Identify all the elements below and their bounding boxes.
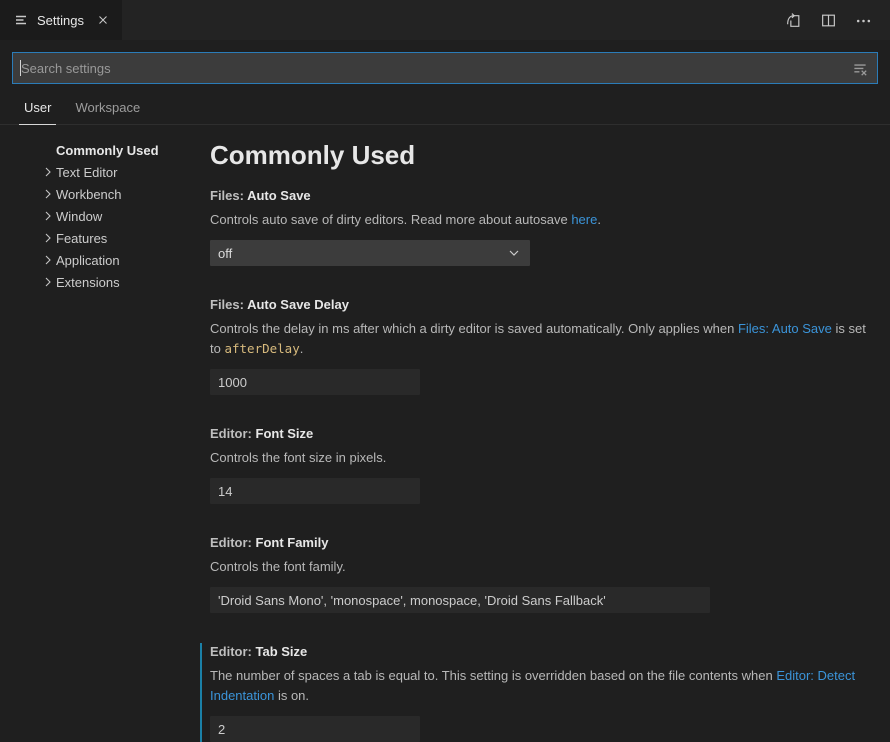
description-text: is on. (274, 688, 310, 703)
setting-row-files-auto-save: Files: Auto Save Controls auto save of di… (200, 187, 878, 266)
tab-title: Settings (37, 12, 84, 28)
toc-item-text-editor[interactable]: Text Editor (40, 161, 200, 183)
page-title: Commonly Used (210, 140, 416, 170)
setting-link-files-auto-save[interactable]: Files: Auto Save (738, 321, 832, 336)
setting-link-here[interactable]: here (571, 212, 597, 227)
toc-item-label: Window (56, 208, 103, 224)
settings-toc: Commonly Used Text Editor Workbench Window F… (0, 139, 200, 709)
vscode-settings-window: Settings Search settings User Workspace … (0, 0, 890, 742)
chevron-right-icon (40, 186, 56, 202)
setting-description: Controls the font size in pixels. (210, 448, 878, 468)
setting-category: Editor: (210, 426, 256, 441)
toc-item-features[interactable]: Features (40, 227, 200, 249)
setting-name: Font Size (255, 426, 314, 441)
split-editor-icon[interactable] (820, 12, 837, 29)
toc-item-label: Features (56, 230, 108, 246)
setting-category: Files: (210, 188, 248, 203)
toc-item-extensions[interactable]: Extensions (40, 271, 200, 293)
setting-title: Editor: Font Family (210, 534, 878, 552)
setting-name: Font Family (255, 535, 329, 550)
toc-item-workbench[interactable]: Workbench (40, 183, 200, 205)
filter-icon[interactable] (851, 60, 869, 78)
setting-control (210, 716, 878, 742)
close-icon[interactable] (94, 11, 112, 29)
setting-description: The number of spaces a tab is equal to. … (210, 666, 878, 706)
search-row (0, 40, 890, 84)
chevron-down-icon (506, 245, 522, 261)
settings-list: Files: Auto Save Controls auto save of di… (200, 187, 878, 742)
description-text: Controls auto save of dirty editors. Rea… (210, 212, 572, 227)
description-text: The number of spaces a tab is equal to. … (210, 668, 777, 683)
toc-item-label: Application (56, 252, 120, 268)
settings-body: Commonly Used Text Editor Workbench Window F… (0, 125, 890, 742)
select-auto-save[interactable]: off (210, 240, 530, 266)
description-text: . (299, 341, 304, 356)
tab-settings[interactable]: Settings (0, 0, 122, 40)
setting-name: Auto Save (247, 188, 311, 203)
chevron-right-icon (40, 164, 56, 180)
text-cursor (20, 60, 21, 76)
scope-tab-user[interactable]: User (19, 93, 57, 125)
chevron-right-icon (40, 208, 56, 224)
setting-description: Controls auto save of dirty editors. Rea… (210, 210, 878, 230)
setting-category: Files: (210, 297, 248, 312)
code-span: afterDelay (224, 341, 300, 356)
toc-item-label: Commonly Used (56, 142, 159, 158)
setting-title: Editor: Font Size (210, 425, 878, 443)
setting-name: Auto Save Delay (247, 297, 349, 312)
setting-control (210, 369, 878, 395)
search-box (12, 52, 878, 84)
toc-item-window[interactable]: Window (40, 205, 200, 227)
input-font-size[interactable] (210, 478, 420, 504)
toc-item-application[interactable]: Application (40, 249, 200, 271)
toc-item-label: Workbench (56, 186, 122, 202)
setting-description: Controls the font family. (210, 557, 878, 577)
setting-control (210, 478, 878, 504)
input-auto-save-delay[interactable] (210, 369, 420, 395)
setting-row-editor-font-family: Editor: Font Family Controls the font fam… (200, 534, 878, 613)
settings-main: Commonly Used Files: Auto Save Controls a… (200, 139, 890, 742)
setting-row-files-auto-save-delay: Files: Auto Save Delay Controls the delay… (200, 296, 878, 395)
description-text: . (597, 212, 601, 227)
chevron-right-icon (40, 274, 56, 290)
editor-tab-bar: Settings (0, 0, 890, 40)
input-tab-size[interactable] (210, 716, 420, 742)
open-settings-json-icon[interactable] (785, 12, 802, 29)
chevron-right-icon (40, 230, 56, 246)
setting-category: Editor: (210, 535, 256, 550)
more-actions-icon[interactable] (855, 12, 872, 29)
select-value: off (218, 245, 233, 261)
editor-actions (785, 0, 890, 40)
toc-item-label: Extensions (56, 274, 120, 290)
setting-title: Editor: Tab Size (210, 643, 878, 661)
setting-name: Tab Size (255, 644, 308, 659)
setting-control (210, 587, 878, 613)
search-settings-input[interactable] (13, 53, 877, 83)
setting-row-editor-font-size: Editor: Font Size Controls the font size … (200, 425, 878, 504)
scope-tab-workspace[interactable]: Workspace (70, 93, 145, 125)
setting-control: off (210, 240, 878, 266)
description-text: Controls the font family. (210, 559, 346, 574)
description-text: Controls the font size in pixels. (210, 450, 387, 465)
setting-category: Editor: (210, 644, 256, 659)
settings-list-icon (13, 12, 29, 28)
toc-item-commonly-used[interactable]: Commonly Used (40, 139, 200, 161)
description-text: Controls the delay in ms after which a d… (210, 321, 738, 336)
setting-row-editor-tab-size: Editor: Tab Size The number of spaces a t… (200, 643, 878, 742)
chevron-right-icon (40, 252, 56, 268)
setting-description: Controls the delay in ms after which a d… (210, 319, 878, 359)
setting-title: Files: Auto Save Delay (210, 296, 878, 314)
setting-title: Files: Auto Save (210, 187, 878, 205)
toc-item-label: Text Editor (56, 164, 118, 180)
input-font-family[interactable] (210, 587, 710, 613)
settings-scope-tabs: User Workspace (0, 92, 890, 125)
